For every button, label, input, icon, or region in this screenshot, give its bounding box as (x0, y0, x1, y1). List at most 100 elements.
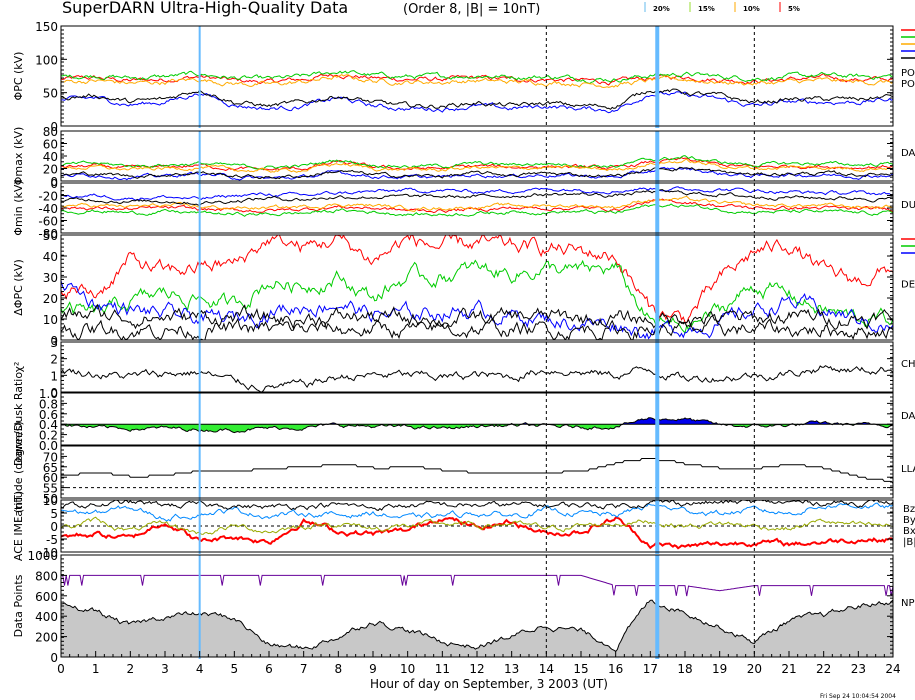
series-B-line (61, 500, 893, 511)
y-tick-label: 600 (35, 590, 58, 604)
x-tick-label: 22 (816, 662, 831, 676)
x-tick-label: 5 (231, 662, 239, 676)
y-tick-label: 10 (43, 313, 58, 327)
legend-label: 15% (698, 5, 715, 13)
y-axis-label: ΔΦPC (kV) (12, 259, 25, 315)
x-tick-label: 17 (643, 662, 658, 676)
plot-area (61, 186, 893, 217)
right-label: Bz (903, 504, 915, 515)
x-tick-label: 23 (851, 662, 866, 676)
y-axis-label: ACE IMF (nT) (12, 491, 25, 561)
legend-label: 10% (743, 5, 760, 13)
y-tick-label: 20 (43, 292, 58, 306)
right-label: |B| (903, 537, 915, 548)
right-label: CH (901, 359, 915, 370)
right-label: DU (901, 200, 915, 211)
y-tick-label: 100 (35, 53, 58, 67)
plot-area (61, 365, 893, 392)
panels: 050100150ΦPC (kV) POPO020406080Φmax (kV) D… (12, 20, 915, 665)
y-axis-label: Φmin (kV) (12, 180, 25, 235)
y-axis-label: Data Points (12, 574, 25, 637)
y-tick-label: 50 (43, 87, 58, 101)
plot-area (61, 574, 893, 657)
timestamp: Fri Sep 24 10:04:54 2004 (820, 693, 896, 700)
y-tick-label: 800 (35, 569, 58, 583)
plot-area (61, 235, 893, 340)
ratio-fill-below (61, 424, 893, 433)
x-tick-label: 14 (539, 662, 554, 676)
x-tick-label: 8 (335, 662, 343, 676)
x-tick-label: 9 (369, 662, 377, 676)
y-tick-label: 2 (50, 353, 58, 367)
x-tick-label: 3 (161, 662, 169, 676)
y-axis-label: Φmax (kV) (12, 127, 25, 186)
panel-phi-max: 020406080 Φmax (kV) DA' (12, 125, 915, 189)
series-black-line (61, 166, 893, 180)
y-tick-label: 0 (50, 177, 58, 191)
panel-frame (60, 341, 894, 393)
y-tick-label: 400 (35, 610, 58, 624)
right-label: PO (901, 79, 915, 90)
plot-area (61, 500, 893, 550)
x-tick-label: 21 (781, 662, 796, 676)
plot-area (61, 70, 893, 114)
series-blue-line (61, 280, 893, 340)
y-axis-label: ΦPC (kV) (12, 52, 25, 101)
y-tick-label: 1000 (27, 549, 58, 563)
series-black-line (61, 365, 893, 392)
x-tick-label: 12 (469, 662, 484, 676)
right-label: DA' (901, 411, 915, 422)
series-Bz-line (61, 516, 893, 550)
plot-area (61, 458, 893, 489)
right-label: Bx (903, 526, 915, 537)
y-tick-label: 5 (50, 507, 58, 521)
y-tick-label: 60 (43, 138, 58, 152)
panel-frame (60, 392, 894, 446)
x-tick-label: 16 (608, 662, 623, 676)
legend-label: 20% (653, 5, 670, 13)
panel-ace-imf: -10-50510ACE IMF (nT) BzByBx|B| (12, 491, 915, 561)
y-tick-label: 30 (43, 271, 58, 285)
panel-phi-pc: 050100150ΦPC (kV) POPO (12, 20, 915, 134)
plot-area (61, 155, 893, 181)
series-5-line (61, 235, 893, 324)
series-black-line (61, 458, 893, 484)
y-tick-label: 70 (43, 450, 58, 464)
right-label: DE (901, 280, 915, 291)
right-label: NP (901, 598, 915, 609)
right-label: By (903, 515, 915, 526)
chart-title: SuperDARN Ultra-High-Quality Data (62, 0, 348, 17)
panel-dawn-dusk-ratio: 0.00.20.40.60.81.0Dawn/Dusk RatioDA' (12, 372, 915, 466)
y-tick-label: 150 (35, 20, 58, 34)
x-tick-label: 18 (677, 662, 692, 676)
y-tick-label: 50 (43, 229, 58, 243)
legend-label: 5% (788, 5, 800, 13)
superdarn-chart: SuperDARN Ultra-High-Quality Data (Order… (12, 0, 915, 700)
x-tick-label: 2 (127, 662, 135, 676)
right-label: PO (901, 68, 915, 79)
panel-delta-phi-pc: 01020304050ΔΦPC (kV) DE (12, 229, 915, 348)
y-tick-label: 10 (43, 494, 58, 508)
right-label: LLA (901, 464, 915, 475)
y-tick-label: 20 (43, 163, 58, 177)
x-tick-label: 24 (885, 662, 900, 676)
panel-frame (60, 445, 894, 499)
x-tick-label: 1 (92, 662, 100, 676)
y-tick-label: 1.0 (39, 387, 58, 401)
x-tick-label: 13 (504, 662, 519, 676)
y-tick-label: 3 (50, 336, 58, 350)
y-tick-label: -40 (38, 202, 58, 216)
series-blue-line (61, 186, 893, 201)
y-tick-label: 200 (35, 631, 58, 645)
y-axis-label: χ² (12, 362, 25, 373)
panel-latitude: 5055606570Latitude (degrees)LLA (12, 421, 915, 523)
y-tick-label: 40 (43, 250, 58, 264)
y-tick-label: 0 (50, 520, 58, 534)
x-tick-label: 7 (300, 662, 308, 676)
series-NP-line (61, 574, 893, 597)
panel-chi-squared: 0123χ² CH (12, 336, 915, 400)
x-tick-label: 19 (712, 662, 727, 676)
x-tick-label: 0 (57, 662, 65, 676)
right-label: DA' (901, 148, 915, 159)
x-tick-label: 6 (265, 662, 273, 676)
